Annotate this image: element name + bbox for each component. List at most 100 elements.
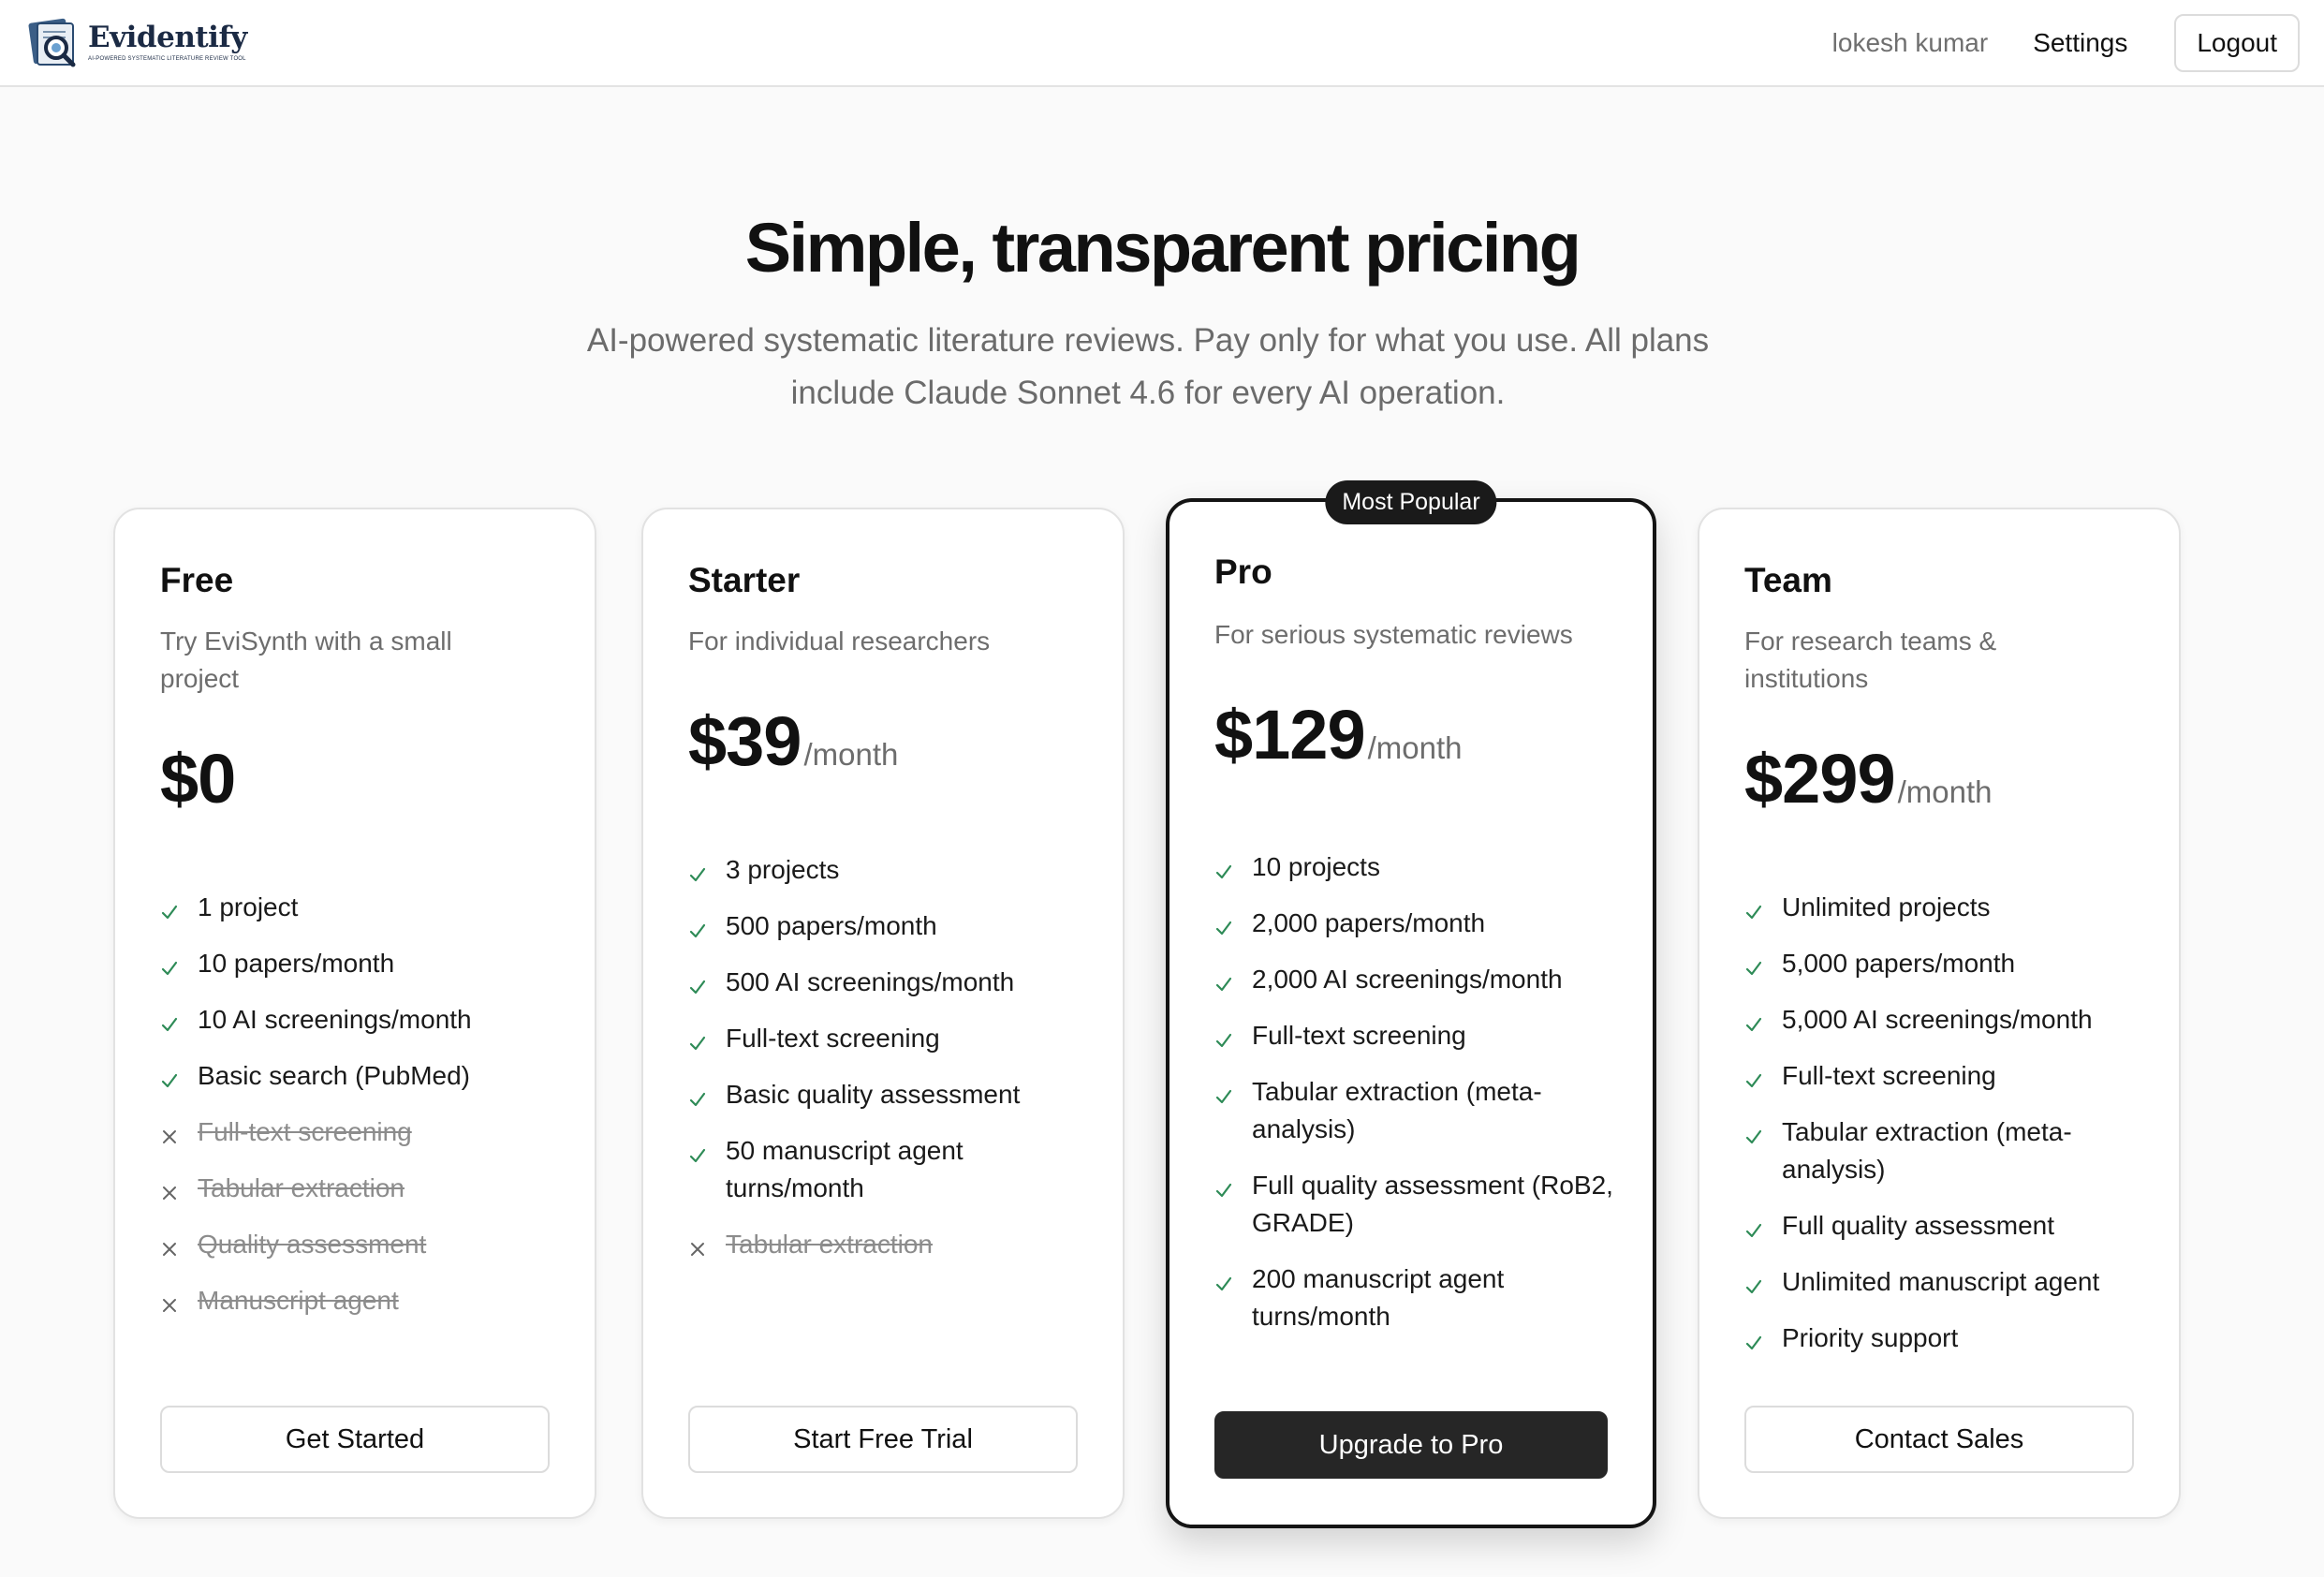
- logo-icon: [28, 18, 76, 66]
- feature-item: Quality assessment: [160, 1226, 563, 1263]
- most-popular-badge: Most Popular: [1325, 480, 1497, 524]
- upgrade-to-pro-button[interactable]: Upgrade to Pro: [1214, 1411, 1608, 1479]
- price-period: /month: [1897, 774, 1993, 809]
- plan-price: $0: [160, 740, 236, 818]
- feature-item: 500 AI screenings/month: [688, 964, 1091, 1001]
- plan-card-team: Team For research teams & institutions $…: [1698, 508, 2181, 1519]
- checkmark-icon: [160, 1001, 198, 1039]
- checkmark-icon: [160, 1057, 198, 1095]
- feature-item: 10 projects: [1214, 848, 1617, 886]
- checkmark-icon: [1744, 1113, 1782, 1151]
- feature-item: Full-text screening: [1214, 1017, 1617, 1054]
- feature-text: Unlimited manuscript agent: [1782, 1267, 2100, 1296]
- feature-list: Unlimited projects 5,000 papers/month 5,00…: [1744, 889, 2147, 1376]
- start-free-trial-button[interactable]: Start Free Trial: [688, 1406, 1078, 1473]
- plan-name: Team: [1744, 561, 1832, 599]
- checkmark-icon: [1214, 1073, 1252, 1111]
- feature-text: 2,000 AI screenings/month: [1252, 965, 1563, 994]
- feature-text: Quality assessment: [198, 1230, 427, 1259]
- plan-price: $299: [1744, 740, 1896, 818]
- plan-card-starter: Starter For individual researchers $39 /…: [641, 508, 1125, 1519]
- plan-card-free: Free Try EviSynth with a small project $…: [113, 508, 596, 1519]
- feature-item: Tabular extraction (meta-analysis): [1744, 1113, 2147, 1188]
- feature-item: 2,000 papers/month: [1214, 905, 1617, 942]
- feature-item: Unlimited projects: [1744, 889, 2147, 926]
- feature-text: Full-text screening: [1782, 1061, 1996, 1090]
- feature-text: Unlimited projects: [1782, 892, 1991, 921]
- feature-text: 10 papers/month: [198, 949, 395, 978]
- plan-price: $129: [1214, 696, 1366, 774]
- feature-item: 200 manuscript agent turns/month: [1214, 1260, 1617, 1335]
- feature-text: Full-text screening: [1252, 1021, 1466, 1050]
- feature-item: Unlimited manuscript agent: [1744, 1263, 2147, 1301]
- feature-item: Full-text screening: [1744, 1057, 2147, 1095]
- price-row: $299 /month: [1744, 739, 1993, 818]
- account-nav: lokesh kumar Settings Logout: [1831, 13, 2300, 72]
- brand-tagline: AI-POWERED SYSTEMATIC LITERATURE REVIEW …: [88, 56, 246, 62]
- feature-text: Tabular extraction (meta-analysis): [1252, 1077, 1542, 1143]
- page-title: Simple, transparent pricing: [744, 209, 1581, 287]
- cross-icon: [160, 1282, 198, 1319]
- feature-text: 50 manuscript agent turns/month: [726, 1136, 963, 1202]
- feature-text: 10 AI screenings/month: [198, 1005, 472, 1034]
- feature-text: 500 papers/month: [726, 911, 937, 940]
- feature-text: 2,000 papers/month: [1252, 908, 1486, 937]
- price-period: /month: [1367, 730, 1463, 765]
- feature-item: 2,000 AI screenings/month: [1214, 961, 1617, 998]
- top-nav-bar: Evidentify AI-POWERED SYSTEMATIC LITERAT…: [0, 0, 2324, 87]
- cross-icon: [160, 1226, 198, 1263]
- brand-logo[interactable]: Evidentify AI-POWERED SYSTEMATIC LITERAT…: [28, 17, 247, 69]
- checkmark-icon: [688, 964, 726, 1001]
- feature-text: Full-text screening: [198, 1117, 412, 1146]
- checkmark-icon: [1744, 945, 1782, 982]
- feature-item: 50 manuscript agent turns/month: [688, 1132, 1091, 1207]
- checkmark-icon: [688, 1020, 726, 1057]
- feature-list: 3 projects 500 papers/month 500 AI screeni…: [688, 851, 1091, 1282]
- feature-text: Priority support: [1782, 1323, 1959, 1352]
- settings-link[interactable]: Settings: [2033, 28, 2127, 58]
- feature-text: Manuscript agent: [198, 1286, 399, 1315]
- checkmark-icon: [1214, 905, 1252, 942]
- plan-name: Pro: [1214, 553, 1272, 591]
- checkmark-icon: [160, 889, 198, 926]
- feature-text: Tabular extraction: [726, 1230, 934, 1259]
- contact-sales-button[interactable]: Contact Sales: [1744, 1406, 2134, 1473]
- feature-text: Tabular extraction: [198, 1173, 405, 1202]
- checkmark-icon: [1214, 1167, 1252, 1204]
- checkmark-icon: [1214, 1260, 1252, 1298]
- feature-text: 3 projects: [726, 855, 840, 884]
- feature-item: 1 project: [160, 889, 563, 926]
- feature-item: Priority support: [1744, 1319, 2147, 1357]
- feature-item: 5,000 papers/month: [1744, 945, 2147, 982]
- price-row: $129 /month: [1214, 695, 1463, 774]
- plan-description: For serious systematic reviews: [1214, 620, 1573, 649]
- feature-item: 5,000 AI screenings/month: [1744, 1001, 2147, 1039]
- checkmark-icon: [1744, 1207, 1782, 1245]
- price-row: $39 /month: [688, 701, 898, 781]
- checkmark-icon: [1744, 889, 1782, 926]
- checkmark-icon: [1214, 1017, 1252, 1054]
- feature-text: 500 AI screenings/month: [726, 967, 1015, 996]
- feature-text: Tabular extraction (meta-analysis): [1782, 1117, 2072, 1184]
- feature-item: Tabular extraction: [688, 1226, 1091, 1263]
- checkmark-icon: [1744, 1319, 1782, 1357]
- feature-item: Full quality assessment: [1744, 1207, 2147, 1245]
- brand-name: Evidentify: [88, 21, 247, 54]
- feature-list: 1 project 10 papers/month 10 AI screenings…: [160, 889, 563, 1338]
- plan-name: Free: [160, 561, 234, 599]
- user-name: lokesh kumar: [1831, 27, 1989, 57]
- feature-item: 500 papers/month: [688, 907, 1091, 945]
- feature-text: 5,000 papers/month: [1782, 949, 2016, 978]
- plan-price: $39: [688, 702, 802, 780]
- checkmark-icon: [1744, 1057, 1782, 1095]
- feature-text: Full quality assessment: [1782, 1211, 2055, 1240]
- page-subtitle: AI-powered systematic literature reviews…: [586, 322, 1710, 411]
- feature-text: Basic search (PubMed): [198, 1061, 471, 1090]
- feature-list: 10 projects 2,000 papers/month 2,000 AI sc…: [1214, 848, 1617, 1354]
- logout-button[interactable]: Logout: [2174, 13, 2300, 72]
- feature-text: 5,000 AI screenings/month: [1782, 1005, 2093, 1034]
- get-started-button[interactable]: Get Started: [160, 1406, 550, 1473]
- feature-item: 10 AI screenings/month: [160, 1001, 563, 1039]
- plan-description: Try EviSynth with a small project: [160, 626, 452, 693]
- feature-item: Basic quality assessment: [688, 1076, 1091, 1113]
